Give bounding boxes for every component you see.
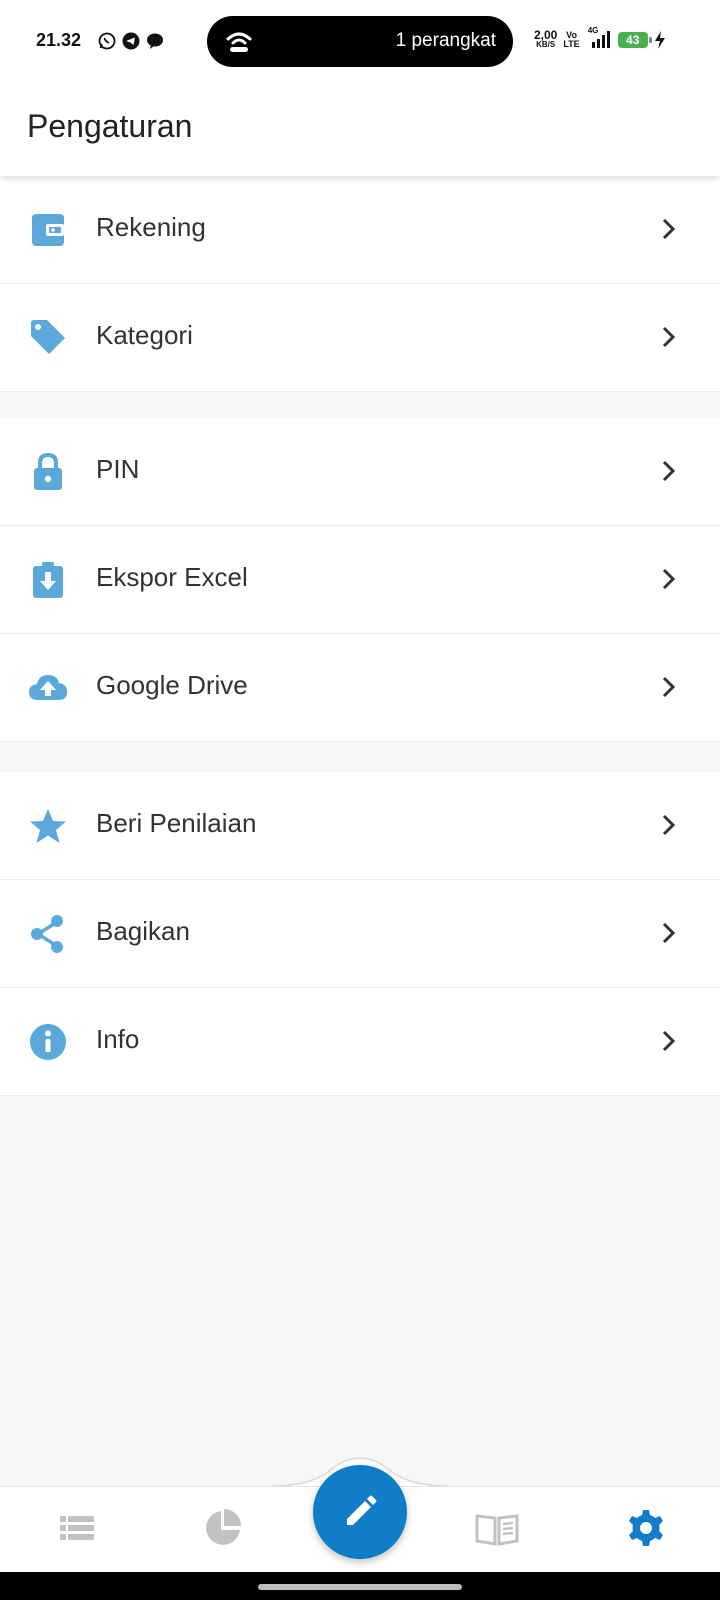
chevron-right-icon <box>662 326 676 348</box>
edit-icon <box>347 1495 377 1525</box>
settings-item-rekening[interactable]: Rekening <box>0 176 720 284</box>
messenger-icon <box>146 32 164 50</box>
telegram-icon <box>122 32 140 50</box>
cloud-upload-icon <box>29 675 67 700</box>
chevron-right-icon <box>662 460 676 482</box>
wallet-icon <box>32 214 64 246</box>
settings-item-label: Info <box>96 1024 140 1054</box>
download-clipboard-icon <box>33 562 63 598</box>
settings-item-label: Bagikan <box>96 916 190 946</box>
info-icon <box>30 1024 66 1060</box>
share-icon <box>31 915 63 953</box>
list-icon[interactable] <box>57 1508 97 1548</box>
settings-group-3: Beri Penilaian Bagikan Info <box>0 772 720 1096</box>
settings-item-label: Google Drive <box>96 670 248 700</box>
settings-item-beri-penilaian[interactable]: Beri Penilaian <box>0 772 720 880</box>
whatsapp-icon <box>98 32 116 50</box>
page-title: Pengaturan <box>27 108 193 144</box>
settings-item-label: Kategori <box>96 320 193 350</box>
chevron-right-icon <box>662 676 676 698</box>
notification-icons <box>98 32 164 50</box>
tag-icon <box>31 320 65 354</box>
chevron-right-icon <box>662 922 676 944</box>
chevron-right-icon <box>662 814 676 836</box>
hotspot-pill[interactable]: 1 perangkat <box>207 16 513 67</box>
settings-item-bagikan[interactable]: Bagikan <box>0 880 720 988</box>
settings-item-ekspor-excel[interactable]: Ekspor Excel <box>0 526 720 634</box>
settings-item-label: Beri Penilaian <box>96 808 257 838</box>
settings-item-google-drive[interactable]: Google Drive <box>0 634 720 742</box>
settings-item-label: PIN <box>96 454 140 484</box>
chevron-right-icon <box>662 218 676 240</box>
book-icon[interactable] <box>475 1508 519 1548</box>
add-transaction-button[interactable] <box>313 1465 407 1559</box>
home-indicator[interactable] <box>258 1584 462 1590</box>
hotspot-text: 1 perangkat <box>395 30 496 51</box>
status-bar: 21.32 1 perangkat 2,00 KB/S Vo LTE 4G 43 <box>0 0 720 84</box>
status-right: 2,00 KB/S Vo LTE 4G 43 <box>534 26 666 50</box>
settings-item-label: Ekspor Excel <box>96 562 248 592</box>
chevron-right-icon <box>662 1030 676 1052</box>
chevron-right-icon <box>662 568 676 590</box>
settings-group-2: PIN Ekspor Excel Google Drive <box>0 418 720 742</box>
hotspot-icon <box>226 32 252 52</box>
battery-icon: 43 <box>617 32 652 48</box>
charging-icon <box>654 31 665 49</box>
lock-icon <box>34 452 62 490</box>
pie-chart-icon[interactable] <box>203 1508 243 1548</box>
signal-icon: 4G <box>586 26 612 50</box>
network-speed: 2,00 KB/S <box>534 28 558 49</box>
status-time: 21.32 <box>36 30 82 50</box>
settings-icon[interactable] <box>626 1508 666 1548</box>
volte-indicator: Vo LTE <box>563 30 580 49</box>
settings-item-info[interactable]: Info <box>0 988 720 1096</box>
settings-group-1: Rekening Kategori <box>0 176 720 392</box>
star-icon <box>30 809 66 843</box>
system-navigation-bar <box>0 1572 720 1600</box>
settings-item-kategori[interactable]: Kategori <box>0 284 720 392</box>
app-bar: Pengaturan <box>0 84 720 176</box>
settings-item-label: Rekening <box>96 212 206 242</box>
settings-item-pin[interactable]: PIN <box>0 418 720 526</box>
